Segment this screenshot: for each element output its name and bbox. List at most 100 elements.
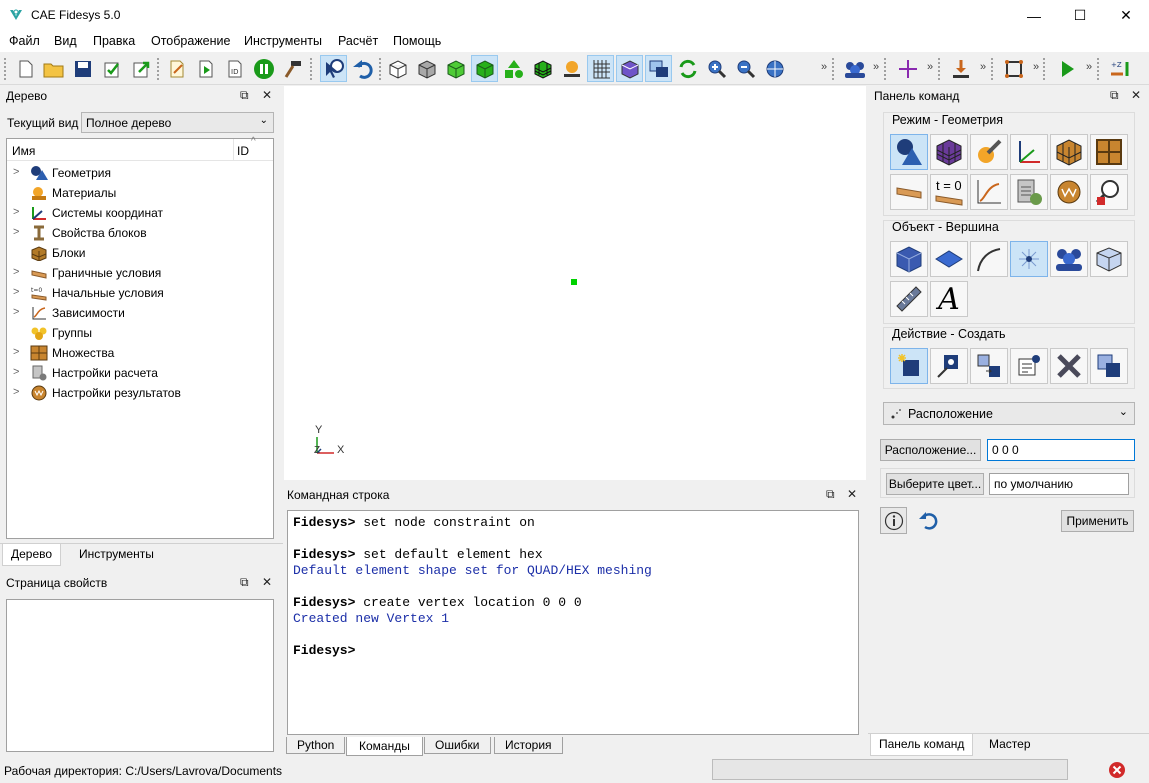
coordinate-button[interactable] (894, 55, 921, 82)
mode-analysis-button[interactable] (1010, 174, 1048, 210)
select-mode-button[interactable] (320, 55, 347, 82)
toolbar-overflow-icon[interactable]: » (821, 61, 827, 73)
tree-item-materials[interactable]: Материалы (7, 183, 267, 203)
close-button[interactable]: ✕ (1103, 0, 1149, 31)
tab-wizard[interactable]: Мастер (981, 734, 1039, 754)
menu-file[interactable]: Файл (9, 34, 40, 48)
info-button[interactable] (880, 507, 907, 534)
toolbar-overflow-icon[interactable]: » (1033, 61, 1039, 73)
object-surface-button[interactable] (930, 241, 968, 277)
pause-button[interactable] (250, 55, 277, 82)
object-text-button[interactable]: A (930, 281, 968, 317)
action-delete-button[interactable] (1050, 348, 1088, 384)
action-create-button[interactable] (890, 348, 928, 384)
undo-button[interactable] (349, 55, 376, 82)
action-copy-button[interactable] (1090, 348, 1128, 384)
menu-tools[interactable]: Инструменты (244, 34, 322, 48)
action-properties-button[interactable] (1010, 348, 1048, 384)
tab-tools[interactable]: Инструменты (71, 544, 162, 564)
action-transform-button[interactable] (970, 348, 1008, 384)
location-input[interactable]: 0 0 0 (987, 439, 1135, 461)
reset-button[interactable] (916, 509, 940, 533)
color-input[interactable]: по умолчанию (989, 473, 1129, 495)
mode-coordinates-button[interactable] (1010, 134, 1048, 170)
expand-arrow-icon[interactable]: > (13, 386, 19, 398)
tree-item-block-properties[interactable]: > Свойства блоков (7, 223, 267, 243)
tab-python[interactable]: Python (286, 737, 346, 754)
shapes-button[interactable] (500, 55, 527, 82)
clipping-button[interactable] (645, 55, 672, 82)
mode-dependencies-button[interactable] (970, 174, 1008, 210)
object-measure-button[interactable] (890, 281, 928, 317)
apply-button[interactable]: Применить (1061, 510, 1134, 532)
load-button[interactable] (947, 55, 974, 82)
float-icon[interactable]: ⧉ (826, 487, 835, 502)
expand-arrow-icon[interactable]: > (13, 206, 19, 218)
mode-blocks-button[interactable] (1050, 134, 1088, 170)
toolbar-overflow-icon[interactable]: » (927, 61, 933, 73)
menu-display[interactable]: Отображение (151, 34, 230, 48)
column-name[interactable]: Имя (12, 144, 35, 158)
build-button[interactable] (279, 55, 306, 82)
shaded-button[interactable] (442, 55, 469, 82)
mode-mesh-button[interactable] (930, 134, 968, 170)
box-view-button[interactable] (616, 55, 643, 82)
command-console[interactable]: Fidesys> set node constraint on Fidesys>… (287, 510, 859, 735)
tree-item-sets[interactable]: > Множества (7, 343, 267, 363)
run-button[interactable] (1053, 55, 1080, 82)
zoom-out-button[interactable] (732, 55, 759, 82)
expand-arrow-icon[interactable]: > (13, 266, 19, 278)
tree-item-groups[interactable]: Группы (7, 323, 267, 343)
expand-arrow-icon[interactable]: > (13, 286, 19, 298)
current-view-select[interactable]: Полное дерево ⌄ (81, 112, 274, 133)
mode-geometry-button[interactable] (890, 134, 928, 170)
object-group-button[interactable] (1050, 241, 1088, 277)
tree-item-dependencies[interactable]: > Зависимости (7, 303, 267, 323)
menu-edit[interactable]: Правка (93, 34, 135, 48)
tree-item-coordinate-systems[interactable]: > Системы координат (7, 203, 267, 223)
object-curve-button[interactable] (970, 241, 1008, 277)
location-type-select[interactable]: Расположение ⌄ (883, 402, 1135, 425)
close-panel-icon[interactable]: ✕ (262, 88, 272, 102)
error-indicator-button[interactable] (1107, 760, 1127, 780)
expand-arrow-icon[interactable]: > (13, 346, 19, 358)
mesh-cube-button[interactable] (529, 55, 556, 82)
float-icon[interactable]: ⧉ (1110, 88, 1119, 103)
hidden-line-button[interactable] (413, 55, 440, 82)
pick-button[interactable] (558, 55, 585, 82)
tab-errors[interactable]: Ошибки (424, 737, 491, 754)
run-script-button[interactable] (192, 55, 219, 82)
tree-item-blocks[interactable]: Блоки (7, 243, 267, 263)
menu-view[interactable]: Вид (54, 34, 77, 48)
solid-shaded-button[interactable] (471, 55, 498, 82)
location-button[interactable]: Расположение... (880, 439, 981, 461)
export-button[interactable] (127, 55, 154, 82)
tree-item-analysis-settings[interactable]: > Настройки расчета (7, 363, 267, 383)
toolbar-overflow-icon[interactable]: » (873, 61, 879, 73)
expand-arrow-icon[interactable]: > (13, 226, 19, 238)
groups-button[interactable] (841, 55, 868, 82)
maximize-button[interactable]: ☐ (1057, 0, 1103, 31)
view-z-button[interactable]: +Z (1106, 55, 1133, 82)
mode-initial-button[interactable]: t = 0 (930, 174, 968, 210)
toolbar-overflow-icon[interactable]: » (980, 61, 986, 73)
tab-command-panel[interactable]: Панель команд (870, 734, 974, 756)
tree-item-geometry[interactable]: > Геометрия (7, 163, 267, 183)
mesh-button[interactable] (1000, 55, 1027, 82)
new-file-button[interactable] (12, 55, 39, 82)
save-button[interactable] (69, 55, 96, 82)
tree-view[interactable]: Имя ID ^ > Геометрия Материалы > Системы… (6, 136, 274, 539)
mode-results-button[interactable] (1050, 174, 1088, 210)
column-id[interactable]: ID (237, 144, 249, 158)
object-body-button[interactable] (1090, 241, 1128, 277)
menu-calculation[interactable]: Расчёт (338, 34, 378, 48)
zoom-in-button[interactable] (703, 55, 730, 82)
action-modify-button[interactable] (930, 348, 968, 384)
expand-arrow-icon[interactable]: > (13, 306, 19, 318)
fit-view-button[interactable] (761, 55, 788, 82)
object-volume-button[interactable] (890, 241, 928, 277)
expand-arrow-icon[interactable]: > (13, 166, 19, 178)
refresh-button[interactable] (674, 55, 701, 82)
wireframe-button[interactable] (384, 55, 411, 82)
minimize-button[interactable]: — (1011, 0, 1057, 31)
